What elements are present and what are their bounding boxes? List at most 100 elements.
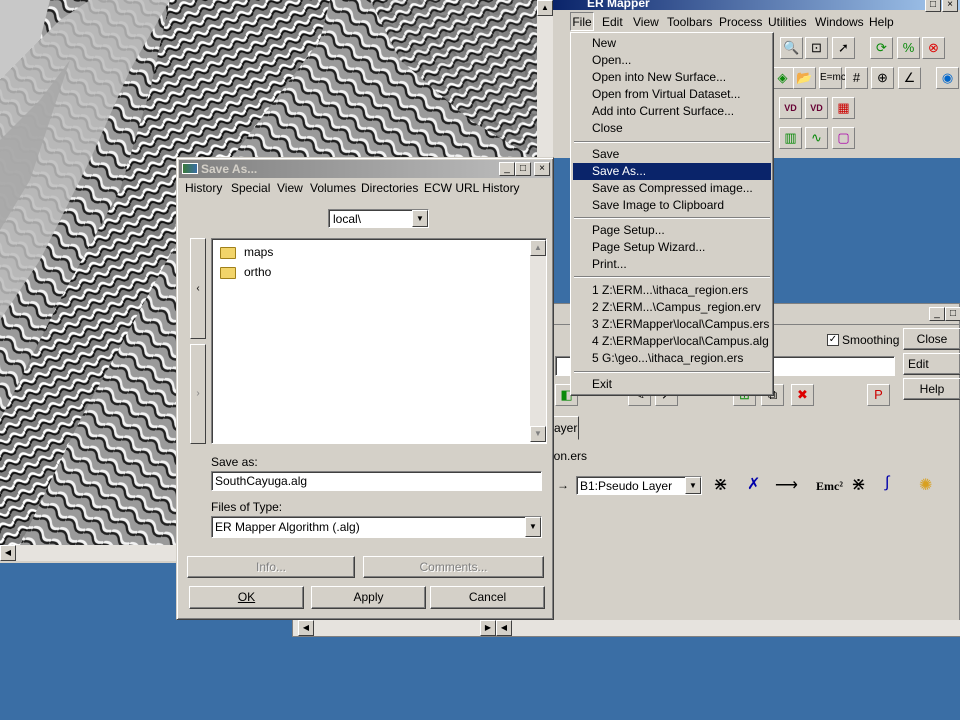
vd2-icon[interactable]: VD: [805, 97, 828, 119]
dlg-menu-directories[interactable]: Directories: [361, 181, 418, 195]
layers-icon[interactable]: ◈: [771, 67, 794, 89]
menu-file[interactable]: File: [570, 12, 594, 31]
zoom-icon[interactable]: 🔍: [780, 37, 803, 59]
cancel-button[interactable]: Cancel: [430, 586, 545, 609]
menu-item-recent-2[interactable]: 2 Z:\ERM...\Campus_region.erv: [573, 299, 771, 316]
crossed2-icon[interactable]: ⋇: [851, 474, 866, 495]
pointer-icon[interactable]: ➚: [832, 37, 855, 59]
close-window-button[interactable]: ×: [942, 0, 958, 12]
alg-help-button[interactable]: Help: [903, 378, 960, 400]
open-folder-icon[interactable]: 📂: [793, 67, 816, 89]
ok-button[interactable]: OK: [189, 586, 304, 609]
files-of-type-select[interactable]: ER Mapper Algorithm (.alg) ▼: [211, 516, 542, 538]
dlg-menu-special[interactable]: Special: [231, 181, 270, 195]
menu-edit[interactable]: Edit: [602, 15, 623, 29]
back-button[interactable]: ‹: [190, 238, 206, 339]
maximize-button[interactable]: □: [925, 0, 941, 12]
crossed-icon[interactable]: ⋇: [713, 474, 728, 495]
percent-icon[interactable]: %: [897, 37, 920, 59]
smoothing-checkbox[interactable]: ✓: [827, 334, 839, 346]
menu-item-save-as[interactable]: Save As...: [573, 163, 771, 180]
dlg-menu-volumes[interactable]: Volumes: [310, 181, 356, 195]
file-list[interactable]: maps ortho ▲ ▼: [211, 238, 547, 444]
forward-button[interactable]: ›: [190, 344, 206, 444]
menu-item-recent-1[interactable]: 1 Z:\ERM...\ithaca_region.ers: [573, 282, 771, 299]
dialog-titlebar: Save As... _ □ ×: [179, 160, 551, 178]
transform-icon[interactable]: ∠: [898, 67, 921, 89]
menu-item-save[interactable]: Save: [573, 146, 771, 163]
menu-view[interactable]: View: [633, 15, 659, 29]
menu-item-exit[interactable]: Exit: [573, 376, 771, 393]
menu-item-recent-4[interactable]: 4 Z:\ERMapper\local\Campus.alg: [573, 333, 771, 350]
formula-label[interactable]: Emc²: [816, 479, 843, 494]
files-of-type-value: ER Mapper Algorithm (.alg): [215, 520, 360, 534]
chevron-down-icon[interactable]: ▼: [525, 517, 541, 537]
info-button[interactable]: Info...: [187, 556, 355, 578]
dialog-maximize-button[interactable]: □: [515, 162, 531, 176]
zoom-box-icon[interactable]: ⊡: [805, 37, 828, 59]
scroll-up-icon[interactable]: ▲: [537, 0, 553, 16]
menu-item-open-virtual[interactable]: Open from Virtual Dataset...: [573, 86, 771, 103]
dialog-close-button[interactable]: ×: [534, 162, 550, 176]
globe-icon[interactable]: ◉: [936, 67, 959, 89]
menu-item-open-new-surface[interactable]: Open into New Surface...: [573, 69, 771, 86]
dialog-minimize-button[interactable]: _: [499, 162, 515, 176]
menu-item-recent-3[interactable]: 3 Z:\ERMapper\local\Campus.ers: [573, 316, 771, 333]
layer-tab[interactable]: ayer: [551, 416, 579, 440]
alg-scroll-left-icon[interactable]: ◀: [298, 620, 314, 636]
maximize-alg-button[interactable]: □: [945, 307, 960, 321]
alg-hscroll[interactable]: [293, 620, 960, 636]
refresh-icon[interactable]: ⟳: [870, 37, 893, 59]
alg-close-button[interactable]: Close: [903, 328, 960, 350]
delete-layer-icon[interactable]: ✖: [791, 384, 814, 406]
dlg-menu-view[interactable]: View: [277, 181, 303, 195]
list-item[interactable]: ortho: [220, 265, 271, 279]
menu-windows[interactable]: Windows: [815, 15, 864, 29]
stop-icon[interactable]: ⊗: [922, 37, 945, 59]
chart-icon[interactable]: ▥: [779, 127, 802, 149]
file-list-vscroll[interactable]: [530, 240, 546, 442]
menu-item-page-setup[interactable]: Page Setup...: [573, 222, 771, 239]
alg-scroll-left2-icon[interactable]: ◀: [496, 620, 512, 636]
target-icon[interactable]: ⊕: [871, 67, 894, 89]
save-as-input[interactable]: SouthCayuga.alg: [211, 471, 542, 491]
formula-icon[interactable]: E=mc: [819, 67, 846, 89]
dlg-menu-history[interactable]: History: [185, 181, 222, 195]
alg-scroll-right-icon[interactable]: ▶: [480, 620, 496, 636]
curve-icon[interactable]: ✗: [747, 474, 760, 494]
grid-icon[interactable]: #: [845, 67, 868, 89]
menu-item-add-surface[interactable]: Add into Current Surface...: [573, 103, 771, 120]
minimize-alg-button[interactable]: _: [929, 307, 945, 321]
comments-button[interactable]: Comments...: [363, 556, 544, 578]
scroll-left-icon[interactable]: ◀: [0, 545, 16, 561]
histogram-icon[interactable]: ∫: [885, 474, 889, 492]
chevron-down-icon[interactable]: ▼: [685, 477, 701, 494]
wave-icon[interactable]: ∿: [805, 127, 828, 149]
frame-icon[interactable]: ▢: [832, 127, 855, 149]
list-item[interactable]: maps: [220, 245, 273, 259]
sun-icon[interactable]: ✺: [919, 475, 932, 495]
menu-item-close[interactable]: Close: [573, 120, 771, 137]
dlg-menu-ecw-url-history[interactable]: ECW URL History: [424, 181, 520, 195]
menu-item-print[interactable]: Print...: [573, 256, 771, 273]
vd-icon[interactable]: VD: [779, 97, 802, 119]
alg-edit-button[interactable]: Edit: [903, 353, 960, 375]
menu-process[interactable]: Process: [719, 15, 762, 29]
chevron-down-icon[interactable]: ▼: [412, 210, 428, 227]
menu-item-open[interactable]: Open...: [573, 52, 771, 69]
page-icon[interactable]: P: [867, 384, 890, 406]
menu-help[interactable]: Help: [869, 15, 894, 29]
location-select[interactable]: local\ ▼: [328, 209, 429, 228]
menu-item-page-setup-wizard[interactable]: Page Setup Wizard...: [573, 239, 771, 256]
menu-toolbars[interactable]: Toolbars: [667, 15, 712, 29]
layer-select[interactable]: B1:Pseudo Layer ▼: [576, 476, 702, 495]
menu-utilities[interactable]: Utilities: [768, 15, 807, 29]
list-scroll-down-icon[interactable]: ▼: [530, 426, 546, 442]
menu-item-recent-5[interactable]: 5 G:\geo...\ithaca_region.ers: [573, 350, 771, 367]
menu-item-save-compressed[interactable]: Save as Compressed image...: [573, 180, 771, 197]
menu-item-save-clipboard[interactable]: Save Image to Clipboard: [573, 197, 771, 214]
list-scroll-up-icon[interactable]: ▲: [530, 240, 546, 256]
colormap-icon[interactable]: ▦: [832, 97, 855, 119]
menu-item-new[interactable]: New: [573, 35, 771, 52]
apply-button[interactable]: Apply: [311, 586, 426, 609]
